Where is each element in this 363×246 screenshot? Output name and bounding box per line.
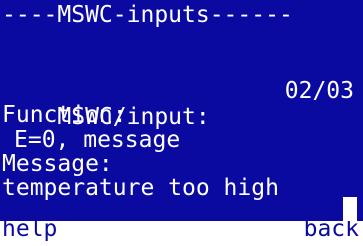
function-label: Function:	[2, 102, 127, 128]
message-input[interactable]: temperature too high	[2, 175, 342, 201]
input-row: MSWC/input: 02/03	[2, 78, 358, 130]
help-button[interactable]: help	[2, 221, 57, 242]
screen-header: ----MSWC-inputs------	[2, 2, 293, 28]
back-button[interactable]: back	[304, 221, 359, 242]
function-value: E=0, message	[14, 127, 181, 153]
message-label: Message:	[2, 151, 113, 177]
softkey-bar: help back	[0, 221, 363, 246]
lcd-screen: ----MSWC-inputs------ MSWC/input: 02/03 …	[0, 0, 363, 221]
input-value: 02/03	[284, 78, 354, 104]
text-cursor	[343, 197, 357, 221]
